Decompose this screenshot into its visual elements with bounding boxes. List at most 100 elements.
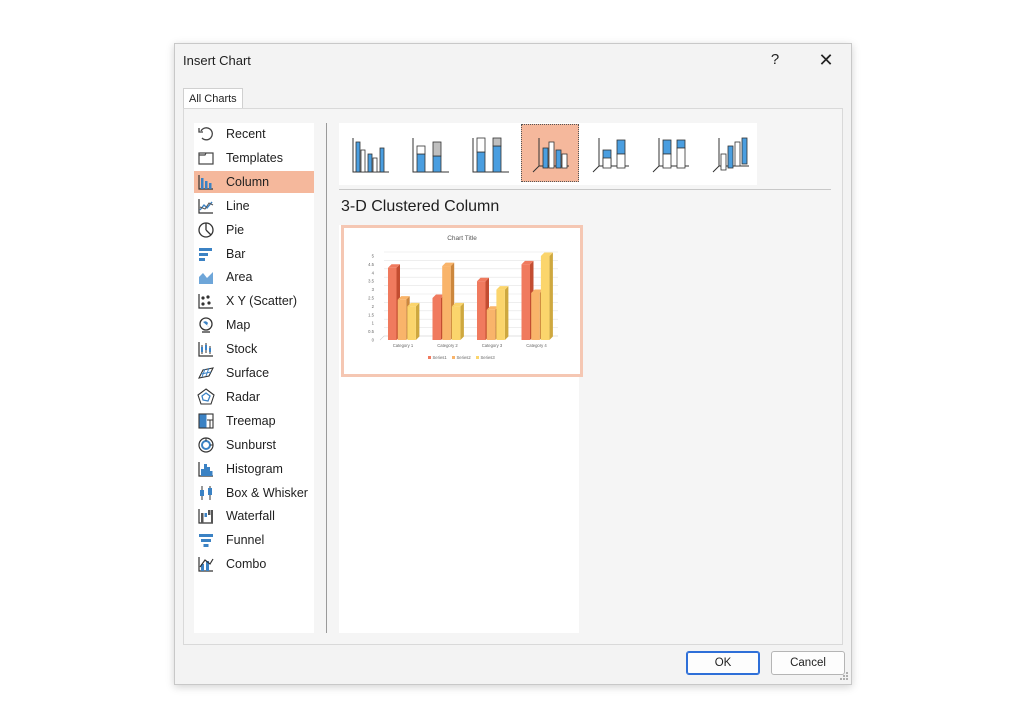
bar	[496, 289, 505, 340]
chart-type-bar[interactable]: Bar	[194, 243, 314, 265]
subtype-3d-clustered-column[interactable]	[521, 124, 579, 182]
chart-type-label: Stock	[226, 342, 258, 357]
chart-type-label: Sunburst	[226, 437, 277, 452]
chart-type-recent[interactable]: Recent	[194, 123, 314, 145]
subtype-3d-column[interactable]	[701, 124, 759, 182]
chart-type-map[interactable]: Map	[194, 314, 314, 336]
x-tick-label: Category 1	[393, 343, 414, 348]
chart-type-label: Templates	[226, 150, 283, 165]
legend-swatch	[428, 356, 431, 359]
chart-type-templates[interactable]: Templates	[194, 147, 314, 169]
cancel-button[interactable]: Cancel	[771, 651, 845, 675]
map-chart-icon	[199, 317, 213, 333]
bar	[397, 299, 407, 340]
chart-type-sunburst[interactable]: Sunburst	[194, 434, 314, 456]
treemap-chart-icon	[198, 413, 214, 429]
chart-preview-svg: Chart Title 0 0.5 1 1.5 2 2.5 3 3.5 4 4.5 5 Category…	[368, 235, 558, 360]
chart-type-funnel[interactable]: Funnel	[194, 529, 314, 551]
chart-type-line[interactable]: Line	[194, 195, 314, 217]
chart-type-label: Funnel	[226, 533, 265, 548]
x-tick-label: Category 2	[437, 343, 458, 348]
insert-chart-dialog: Insert Chart ? ✕ All Charts Recent Templa…	[174, 43, 852, 685]
y-tick-label: 5	[372, 254, 375, 259]
chart-type-x-y-scatter-[interactable]: X Y (Scatter)	[194, 290, 314, 312]
chart-type-label: Pie	[226, 222, 245, 237]
bar-side	[504, 286, 509, 340]
waterfall-chart-icon	[198, 509, 213, 524]
y-tick-label: 3	[372, 287, 375, 292]
ok-button[interactable]: OK	[686, 651, 760, 675]
clustered-column-icon	[352, 138, 389, 173]
subtype-3d-stacked-column[interactable]	[581, 124, 639, 182]
y-tick-label: 0.5	[368, 329, 374, 334]
tab-all-charts[interactable]: All Charts	[183, 88, 243, 109]
x-tick-label: Category 3	[482, 343, 503, 348]
chart-type-column[interactable]: Column	[194, 170, 314, 193]
chart-type-label: Map	[226, 318, 251, 333]
chart-type-label: Bar	[226, 246, 246, 261]
bar-side	[460, 302, 464, 340]
stock-chart-icon	[198, 342, 213, 357]
chart-type-label: Box & Whisker	[226, 485, 308, 500]
chart-type-label: Column	[226, 174, 270, 189]
chart-type-pie[interactable]: Pie	[194, 219, 314, 241]
bar	[486, 309, 496, 340]
dialog-title: Insert Chart	[183, 53, 251, 68]
area-chart-icon	[199, 272, 213, 285]
column-chart-icon	[198, 174, 213, 190]
bar	[521, 264, 530, 340]
chart-type-combo[interactable]: Combo	[194, 553, 314, 575]
bar	[442, 266, 451, 340]
3d-column-icon	[712, 137, 749, 173]
y-tick-label: 1	[372, 321, 375, 326]
box-whisker-chart-icon	[200, 485, 212, 500]
bar-chart-icon	[199, 247, 212, 261]
y-tick-label: 3.5	[368, 279, 374, 284]
chart-type-label: Waterfall	[226, 509, 275, 524]
chart-preview[interactable]: Chart Title 0 0.5 1 1.5 2 2.5 3 3.5 4 4.5 5 Category…	[341, 225, 583, 377]
preview-area: Chart Title 0 0.5 1 1.5 2 2.5 3 3.5 4 4.5 5 Category…	[339, 225, 583, 633]
x-tick-label: Category 4	[526, 343, 547, 348]
subtype-100-stacked-column[interactable]	[461, 124, 519, 182]
resize-grip-icon[interactable]	[839, 671, 849, 681]
chart-type-surface[interactable]: Surface	[194, 362, 314, 384]
stacked-column-icon	[412, 138, 449, 173]
chart-type-treemap[interactable]: Treemap	[194, 410, 314, 432]
pie-chart-icon	[198, 221, 214, 238]
bar-side	[549, 252, 553, 340]
y-tick-label: 2	[372, 304, 375, 309]
divider	[326, 123, 327, 633]
help-button[interactable]: ?	[760, 48, 790, 72]
close-button[interactable]: ✕	[811, 48, 841, 72]
chart-type-label: Recent	[226, 127, 266, 141]
histogram-chart-icon	[198, 461, 213, 477]
divider	[339, 189, 831, 190]
chart-type-radar[interactable]: Radar	[194, 386, 314, 408]
bar	[531, 292, 540, 340]
chart-type-histogram[interactable]: Histogram	[194, 458, 314, 480]
legend-entry: Series3	[481, 355, 496, 360]
chart-type-label: Line	[226, 198, 250, 213]
subtype-3d-100-stacked-column[interactable]	[641, 124, 699, 182]
subtype-stacked-column[interactable]	[401, 124, 459, 182]
chart-type-label: Radar	[226, 389, 261, 404]
chart-type-label: X Y (Scatter)	[226, 294, 298, 309]
sunburst-chart-icon	[198, 437, 214, 453]
bar	[451, 306, 461, 340]
chart-type-stock[interactable]: Stock	[194, 338, 314, 360]
chart-type-box-whisker[interactable]: Box & Whisker	[194, 482, 314, 504]
y-tick-label: 2.5	[368, 296, 374, 301]
y-tick-label: 0	[372, 338, 375, 343]
bar	[432, 298, 441, 340]
chart-type-area[interactable]: Area	[194, 266, 314, 288]
subtype-clustered-column[interactable]	[341, 124, 399, 182]
combo-chart-icon	[198, 557, 214, 572]
chart-type-label: Area	[226, 270, 253, 285]
chart-type-waterfall[interactable]: Waterfall	[194, 505, 314, 527]
radar-chart-icon	[197, 388, 215, 405]
legend-swatch	[476, 356, 479, 359]
y-tick-label: 1.5	[368, 312, 374, 317]
chart-type-list: Recent Templates Column Line Pie Bar Area X Y (…	[194, 123, 314, 633]
chart-panel: Recent Templates Column Line Pie Bar Area X Y (…	[183, 108, 843, 645]
chart-type-label: Surface	[226, 366, 270, 380]
